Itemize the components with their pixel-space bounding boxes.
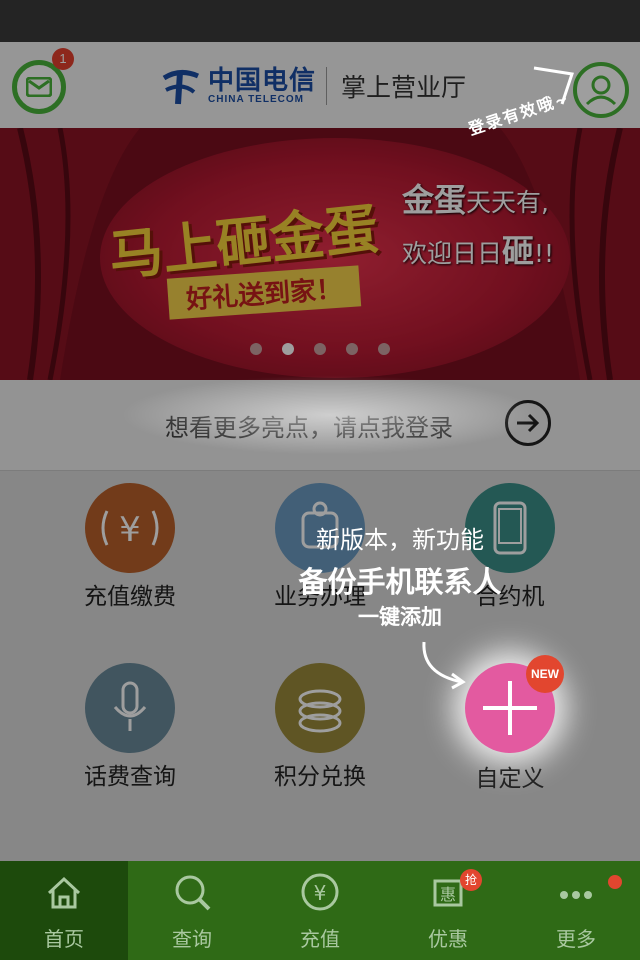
tab-coupon[interactable]: 惠抢优惠 xyxy=(384,861,512,960)
promo-line2-rest: 欢迎日日 xyxy=(402,239,503,268)
hint-line1: 新版本，新功能 xyxy=(316,526,484,554)
promo-line2-end: !! xyxy=(534,239,555,268)
tab-label: 优惠 xyxy=(428,927,468,951)
brand-name-cn: 中国电信 xyxy=(208,65,317,96)
svg-text:惠: 惠 xyxy=(440,885,456,904)
service-label: 积分兑换 xyxy=(274,764,366,790)
bottom-tab-bar: 首页 查询 ¥ 充值惠抢优惠 更多 xyxy=(0,861,640,960)
login-arrow-button[interactable] xyxy=(505,400,551,446)
microphone-icon xyxy=(85,663,175,753)
yuan-icon: ¥ xyxy=(301,873,339,911)
hint-arrow-icon xyxy=(422,641,466,690)
service-label: 充值缴费 xyxy=(84,584,176,610)
hint-line2: 备份手机联系人 xyxy=(298,565,502,599)
coins-icon xyxy=(275,663,365,753)
tab-label: 查询 xyxy=(172,927,212,951)
brand-name-en: CHINA TELECOM xyxy=(208,93,304,105)
carousel-dot[interactable] xyxy=(250,343,262,355)
promo-line1-bold: 金蛋 xyxy=(402,181,467,219)
tab-label: 更多 xyxy=(556,927,596,951)
tab-yuan[interactable]: ¥ 充值 xyxy=(256,861,384,960)
more-icon xyxy=(560,891,592,899)
telecom-logo-icon xyxy=(162,70,200,105)
login-prompt-text: 想看更多亮点，请点我登录 xyxy=(165,414,453,442)
notification-dot xyxy=(608,875,622,889)
status-bar xyxy=(0,0,640,42)
hint-line3: 一键添加 xyxy=(358,605,442,629)
service-item[interactable]: 话费查询 xyxy=(30,663,230,791)
tab-home[interactable]: 首页 xyxy=(0,861,128,960)
tab-badge: 抢 xyxy=(460,869,482,891)
arrow-right-icon xyxy=(517,413,540,433)
service-item[interactable]: 积分兑换 xyxy=(220,663,420,791)
svg-text:¥: ¥ xyxy=(314,881,327,905)
new-badge: NEW xyxy=(526,655,564,693)
svg-text:¥: ¥ xyxy=(119,510,141,550)
banner-promo-text: 金蛋天天有, 欢迎日日砸!! xyxy=(402,176,554,278)
app-title: 掌上营业厅 xyxy=(341,73,467,102)
carousel-dot[interactable] xyxy=(378,343,390,355)
carousel-dot[interactable] xyxy=(282,343,294,355)
service-label: 话费查询 xyxy=(84,764,176,790)
tab-more[interactable]: 更多 xyxy=(512,861,640,960)
tab-label: 首页 xyxy=(44,927,84,951)
carousel-dot[interactable] xyxy=(346,343,358,355)
custom-label: 自定义 xyxy=(475,766,545,792)
profile-button[interactable] xyxy=(573,62,629,118)
carousel-dots xyxy=(250,343,390,355)
user-icon xyxy=(585,75,617,106)
china-telecom-logo: 中国电信 CHINA TELECOM 掌上营业厅 xyxy=(160,60,466,112)
service-item[interactable]: ¥ 充值缴费 xyxy=(30,483,230,611)
home-icon xyxy=(47,876,81,909)
mail-badge: 1 xyxy=(52,48,74,70)
recharge-icon: ¥ xyxy=(85,483,175,573)
tab-search[interactable]: 查询 xyxy=(128,861,256,960)
mail-icon xyxy=(26,77,52,97)
promo-line1-rest: 天天有, xyxy=(466,188,549,217)
logo-divider xyxy=(326,67,328,105)
carousel-dot[interactable] xyxy=(314,343,326,355)
login-prompt-row[interactable]: 想看更多亮点，请点我登录 xyxy=(0,380,640,471)
new-feature-hint: 新版本，新功能 备份手机联系人 一键添加 xyxy=(280,520,520,631)
tab-label: 充值 xyxy=(300,927,340,951)
search-icon xyxy=(175,875,211,911)
promo-line2-bold: 砸 xyxy=(502,232,535,270)
